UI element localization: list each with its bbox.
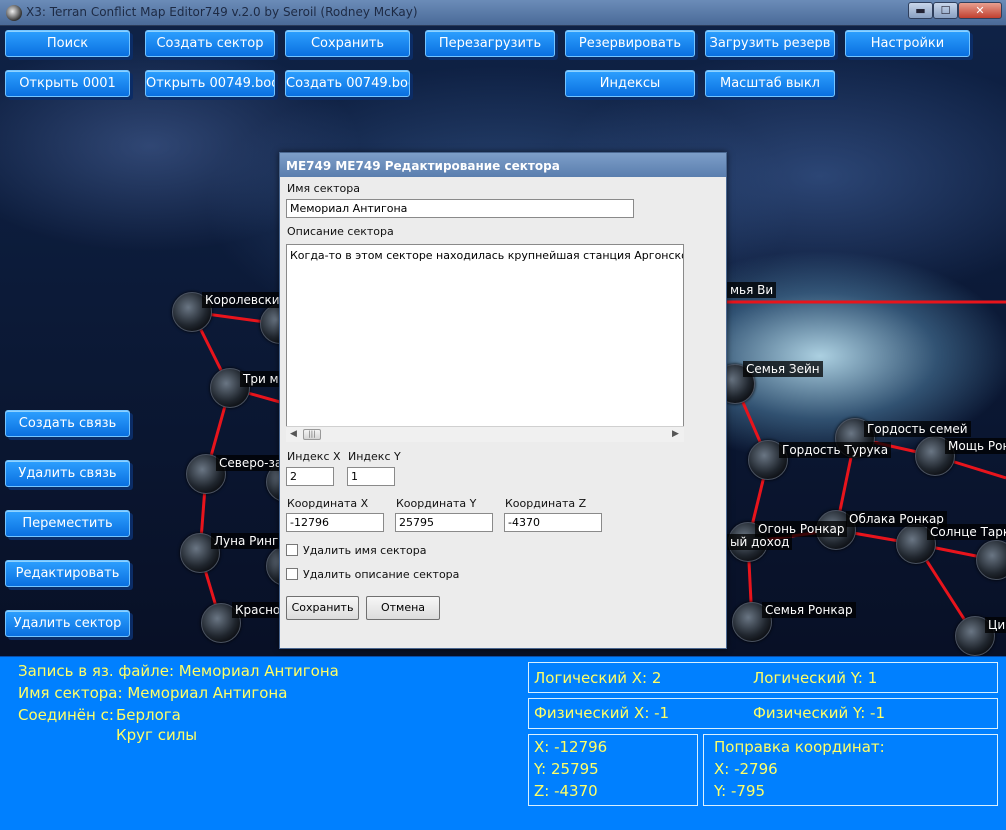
edit-sector-dialog: ME749 ME749 Редактирование сектора Имя с… [279,152,727,649]
coordinate-y-input[interactable]: 25795 [395,513,493,532]
index-x-label: Индекс X [287,450,341,463]
edit-button[interactable]: Редактировать [5,560,130,587]
coordinate-x-label: Координата X [287,497,369,510]
coord-y-text: Y: 25795 [534,760,599,778]
sector-label: Солнце Тарка [927,524,1006,540]
sector-label: Королевский [202,292,291,308]
connected-sector: Берлога [116,706,181,724]
sector-label: мья Ви [727,282,777,298]
dialog-save-button[interactable]: Сохранить [286,596,359,620]
connected-sector: Круг силы [116,726,198,744]
load-backup-button[interactable]: Загрузить резерв [705,30,835,57]
delete-description-label: Удалить описание сектора [303,568,460,581]
sector-label: Луна Ринго [211,533,289,549]
correction-x-text: X: -2796 [714,760,778,778]
connected-label: Соединён с: [18,706,114,724]
logical-x-text: Логический X: 2 [534,669,662,687]
delete-name-checkbox[interactable] [286,544,298,556]
physical-y-text: Физический Y: -1 [753,704,885,722]
save-button[interactable]: Сохранить [285,30,410,57]
sector-description-textarea[interactable]: Когда-то в этом секторе находилась крупн… [286,244,684,440]
physical-coords-box: Физический X: -1 Физический Y: -1 [528,698,998,729]
correction-title: Поправка координат: [714,738,885,756]
open-0001-button[interactable]: Открыть 0001 [5,70,130,97]
sector-label: Мощь Рон [945,438,1006,454]
indexes-button[interactable]: Индексы [565,70,695,97]
coord-z-text: Z: -4370 [534,782,598,800]
sector-name-label: Имя сектора [287,182,360,195]
sector-label: Гордость Турука [779,442,892,458]
logical-coords-box: Логический X: 2 Логический Y: 1 [528,662,998,693]
delete-link-button[interactable]: Удалить связь [5,460,130,487]
sector-label: Северо-за [216,455,286,471]
sector-label: Гордость семей [864,421,971,437]
create-bod-button[interactable]: Создать 00749.bod [285,70,410,97]
scroll-thumb[interactable]: ||| [303,429,321,440]
create-sector-button[interactable]: Создать сектор [145,30,275,57]
sector-label: ый доход [727,534,793,550]
coordinate-x-input[interactable]: -12796 [286,513,384,532]
logical-y-text: Логический Y: 1 [753,669,878,687]
coordinate-z-label: Координата Z [505,497,587,510]
status-panel: Запись в яз. файле: Мемориал Антигона Им… [0,656,1006,830]
coordinate-z-input[interactable]: -4370 [504,513,602,532]
window-title: X3: Terran Conflict Map Editor749 v.2.0 … [26,5,418,19]
dialog-title: ME749 ME749 Редактирование сектора [280,153,726,177]
create-link-button[interactable]: Создать связь [5,410,130,437]
index-y-input[interactable]: 1 [347,467,395,486]
reload-button[interactable]: Перезагрузить [425,30,555,57]
settings-button[interactable]: Настройки [845,30,970,57]
coordinates-box: X: -12796 Y: 25795 Z: -4370 [528,734,698,806]
maximize-button[interactable]: ☐ [933,2,958,19]
scroll-left-icon[interactable]: ◀ [290,429,297,439]
coord-x-text: X: -12796 [534,738,608,756]
physical-x-text: Физический X: -1 [534,704,670,722]
index-y-label: Индекс Y [348,450,401,463]
backup-button[interactable]: Резервировать [565,30,695,57]
sector-name-input[interactable]: Мемориал Антигона [286,199,634,218]
scroll-right-icon[interactable]: ▶ [672,429,679,439]
delete-description-checkbox[interactable] [286,568,298,580]
sector-label: Семья Ронкар [762,602,856,618]
correction-y-text: Y: -795 [714,782,766,800]
app-icon [6,5,22,21]
title-bar: X3: Terran Conflict Map Editor749 v.2.0 … [0,0,1006,26]
description-scrollbar[interactable]: ◀ ||| ▶ [286,426,684,442]
language-record-text: Запись в яз. файле: Мемориал Антигона [18,662,339,680]
search-button[interactable]: Поиск [5,30,130,57]
sector-name-text: Имя сектора: Мемориал Антигона [18,684,288,702]
dialog-cancel-button[interactable]: Отмена [366,596,440,620]
sector-description-label: Описание сектора [287,225,394,238]
delete-sector-button[interactable]: Удалить сектор [5,610,130,637]
minimize-button[interactable]: ▬ [908,2,933,19]
sector-label: Ци [985,617,1006,633]
delete-name-label: Удалить имя сектора [303,544,427,557]
open-bod-button[interactable]: Открыть 00749.bod [145,70,275,97]
index-x-input[interactable]: 2 [286,467,334,486]
coordinate-y-label: Координата Y [396,497,477,510]
coordinate-correction-box: Поправка координат: X: -2796 Y: -795 [703,734,998,806]
scale-off-button[interactable]: Масштаб выкл [705,70,835,97]
move-button[interactable]: Переместить [5,510,130,537]
sector-label: Семья Зейн [743,361,823,377]
close-button[interactable]: ✕ [958,2,1002,19]
